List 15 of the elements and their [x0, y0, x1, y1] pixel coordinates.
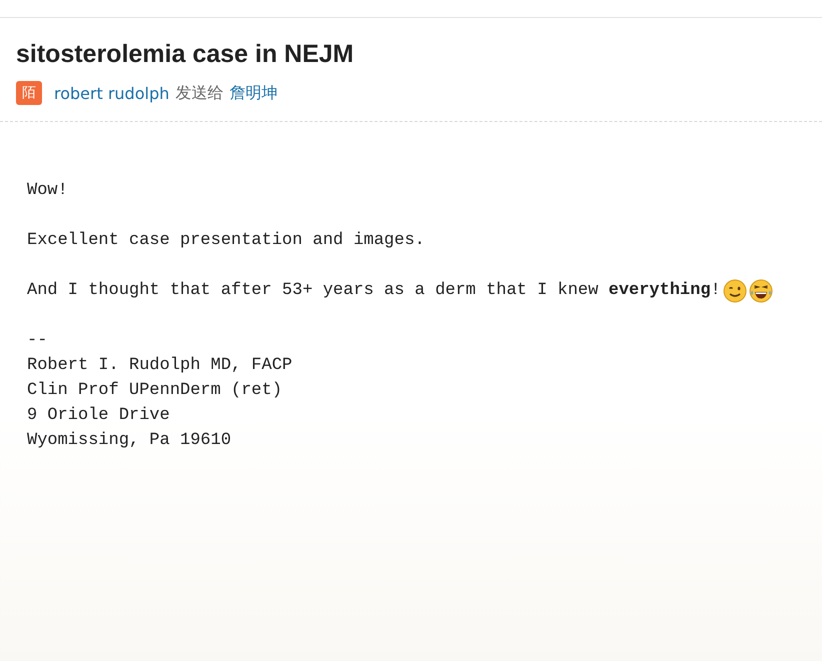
sender-avatar: 陌 [16, 81, 42, 105]
winking-face-icon [722, 278, 747, 302]
body-paragraph: And I thought that after 53+ years as a derm that I knew everything! [27, 281, 721, 300]
email-subject: sitosterolemia case in NEJM [16, 40, 355, 69]
signature-line: Clin Prof UPennDerm (ret) [27, 380, 284, 402]
signature-line: Robert I. Rudolph MD, FACP [27, 355, 294, 377]
signature-line: 9 Oriole Drive [27, 405, 171, 427]
body-paragraph: Excellent case presentation and images. [27, 231, 425, 250]
sender-link[interactable]: robert rudolph [54, 84, 170, 102]
sent-to-label: 发送给 [175, 82, 224, 104]
signature-line: Wyomissing, Pa 19610 [27, 430, 232, 452]
signature-separator: -- [27, 330, 48, 352]
recipient-link[interactable]: 詹明坤 [229, 82, 278, 104]
laughing-face-icon [748, 278, 773, 302]
body-paragraph: Wow! [27, 181, 68, 200]
